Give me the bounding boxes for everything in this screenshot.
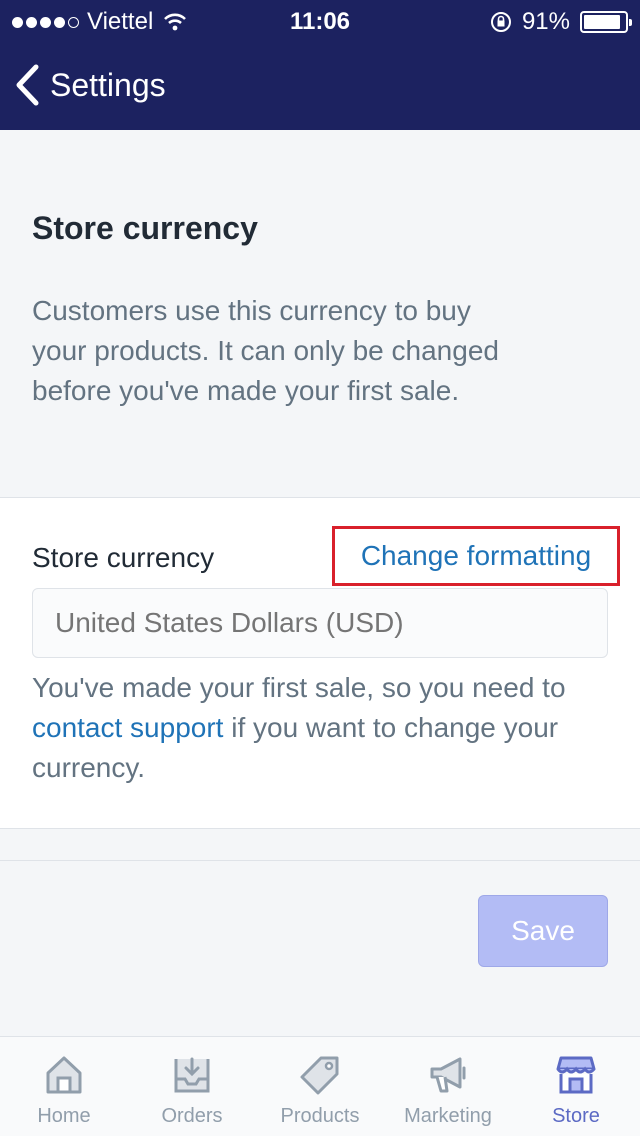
change-formatting-link[interactable]: Change formatting: [332, 526, 620, 586]
tag-icon: [300, 1056, 339, 1095]
store-currency-label: Store currency: [32, 542, 215, 573]
rotation-lock-icon: [490, 12, 511, 32]
settings-content[interactable]: Store currency Customers use this curren…: [0, 130, 640, 1036]
tab-label: Home: [37, 1105, 91, 1127]
currency-card: Store currency Change formatting You've …: [0, 498, 640, 829]
save-area: Save: [0, 861, 640, 1031]
store-currency-input[interactable]: [32, 588, 608, 658]
tab-store[interactable]: Store: [512, 1037, 640, 1136]
save-button[interactable]: Save: [478, 895, 608, 967]
tab-label: Orders: [161, 1105, 223, 1127]
tab-orders[interactable]: Orders: [128, 1037, 256, 1136]
tab-marketing[interactable]: Marketing: [384, 1037, 512, 1136]
tab-home[interactable]: Home: [0, 1037, 128, 1136]
section-title: Store currency: [32, 210, 258, 246]
back-label: Settings: [50, 66, 166, 103]
battery-fill: [584, 15, 621, 29]
nav-bar: Settings: [0, 40, 640, 130]
divider: [0, 829, 640, 861]
contact-support-link[interactable]: contact support: [32, 712, 223, 743]
section-description: Customers use this currency to buy your …: [32, 295, 499, 406]
tab-products[interactable]: Products: [256, 1037, 384, 1136]
help-text-start: You've made your first sale, so you need…: [32, 672, 566, 703]
tab-label: Store: [552, 1105, 600, 1127]
home-icon: [46, 1056, 82, 1094]
tab-label: Marketing: [404, 1105, 492, 1127]
orders-icon: [174, 1057, 210, 1093]
currency-intro-section: Store currency Customers use this curren…: [0, 130, 640, 498]
status-bar: Viettel 11:06 91%: [0, 0, 640, 40]
megaphone-icon: [430, 1057, 466, 1093]
currency-help-text: You've made your first sale, so you need…: [32, 668, 602, 788]
tab-bar: Home Orders Products Marketing Store: [0, 1036, 640, 1136]
store-icon: [556, 1056, 596, 1094]
back-button[interactable]: Settings: [14, 64, 166, 106]
tab-label: Products: [280, 1105, 360, 1127]
chevron-left-icon: [16, 64, 39, 106]
status-right: 91%: [490, 8, 632, 36]
battery-percent: 91%: [521, 8, 570, 35]
battery-icon: [580, 11, 632, 33]
